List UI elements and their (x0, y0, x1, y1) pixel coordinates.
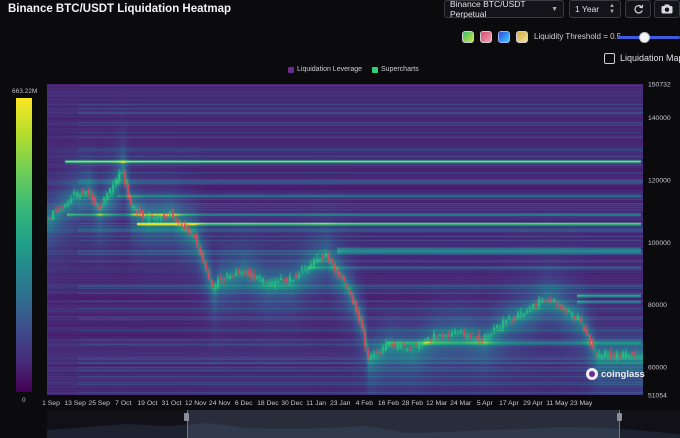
x-tick-label: 28 Feb (402, 400, 423, 407)
palette-swatch-blue[interactable] (498, 31, 510, 43)
coinglass-logo-icon (586, 368, 598, 380)
liquidation-map-checkbox[interactable] (604, 53, 615, 64)
y-tick-label: 100000 (648, 240, 671, 247)
x-tick-label: 11 May (546, 400, 568, 407)
x-tick-label: 23 May (570, 400, 593, 407)
time-range-value: 1 Year (575, 4, 600, 14)
x-tick-label: 17 Apr (499, 400, 519, 407)
refresh-button[interactable] (625, 0, 651, 18)
x-tick-label: 12 Mar (426, 400, 448, 407)
page-title: Binance BTC/USDT Liquidation Heatmap (8, 3, 231, 15)
legend-item-supercharts[interactable]: Supercharts (372, 66, 419, 73)
liquidity-threshold-label: Liquidity Threshold = 0.5 (534, 32, 622, 41)
legend-label: Supercharts (381, 66, 419, 73)
palette-swatch-red[interactable] (480, 31, 492, 43)
y-tick-label: 140000 (648, 115, 671, 122)
palette-swatch-green[interactable] (462, 31, 474, 43)
liquidation-map-label: Liquidation Map (620, 53, 680, 63)
legend-label: Liquidation Leverage (297, 66, 362, 73)
slider-handle[interactable] (639, 31, 650, 43)
screenshot-button[interactable] (654, 0, 680, 18)
x-tick-label: 23 Jan (330, 400, 351, 407)
colorbar-min-label: 0 (22, 397, 26, 404)
legend-swatch (288, 66, 294, 73)
watermark: coinglass (586, 368, 645, 380)
x-tick-label: 29 Apr (523, 400, 543, 407)
x-tick-label: 25 Sep (88, 400, 110, 407)
navigator-handle-right[interactable] (617, 413, 622, 421)
colorbar (16, 98, 32, 392)
x-tick-label: 1 Sep (42, 400, 60, 407)
x-tick-label: 31 Oct (161, 400, 181, 407)
y-tick-label: 120000 (648, 177, 671, 184)
x-tick-label: 5 Apr (477, 400, 494, 407)
y-tick-label: 80000 (648, 302, 667, 309)
x-tick-label: 24 Nov (209, 400, 231, 407)
x-tick-label: 4 Feb (356, 400, 374, 407)
chart-legend: Liquidation Leverage Supercharts (288, 66, 419, 73)
x-tick-label: 24 Mar (450, 400, 472, 407)
x-tick-label: 7 Oct (115, 400, 131, 407)
exchange-pair-select[interactable]: Binance BTC/USDT Perpetual ▼ (444, 0, 564, 19)
y-tick-label: 51054 (648, 393, 667, 400)
legend-swatch (372, 66, 378, 73)
liquidation-heatmap[interactable] (47, 84, 643, 395)
palette-swatch-gold[interactable] (516, 31, 528, 43)
time-range-select[interactable]: 1 Year ▲ ▼ (569, 0, 621, 18)
camera-icon (661, 4, 673, 14)
chevron-down-icon: ▼ (551, 5, 558, 13)
colorbar-max-label: 663.22M (12, 88, 38, 95)
exchange-pair-value: Binance BTC/USDT Perpetual (450, 0, 526, 19)
chevron-updown-icon: ▲ ▼ (609, 3, 615, 15)
navigator-handle-left[interactable] (184, 413, 189, 421)
y-tick-label: 60000 (648, 365, 667, 372)
x-tick-label: 6 Dec (235, 400, 253, 407)
x-tick-label: 30 Dec (281, 400, 303, 407)
x-tick-label: 16 Feb (378, 400, 399, 407)
x-tick-label: 19 Oct (137, 400, 157, 407)
refresh-icon (633, 4, 643, 14)
watermark-text: coinglass (601, 368, 645, 380)
x-tick-label: 12 Nov (185, 400, 207, 407)
legend-item-liquidation-leverage[interactable]: Liquidation Leverage (288, 66, 362, 73)
x-tick-label: 18 Dec (257, 400, 279, 407)
x-tick-label: 11 Jan (306, 400, 326, 407)
navigator-window[interactable] (187, 410, 620, 438)
x-tick-label: 13 Sep (64, 400, 86, 407)
y-tick-label: 150732 (648, 82, 671, 89)
time-navigator[interactable] (47, 410, 680, 438)
